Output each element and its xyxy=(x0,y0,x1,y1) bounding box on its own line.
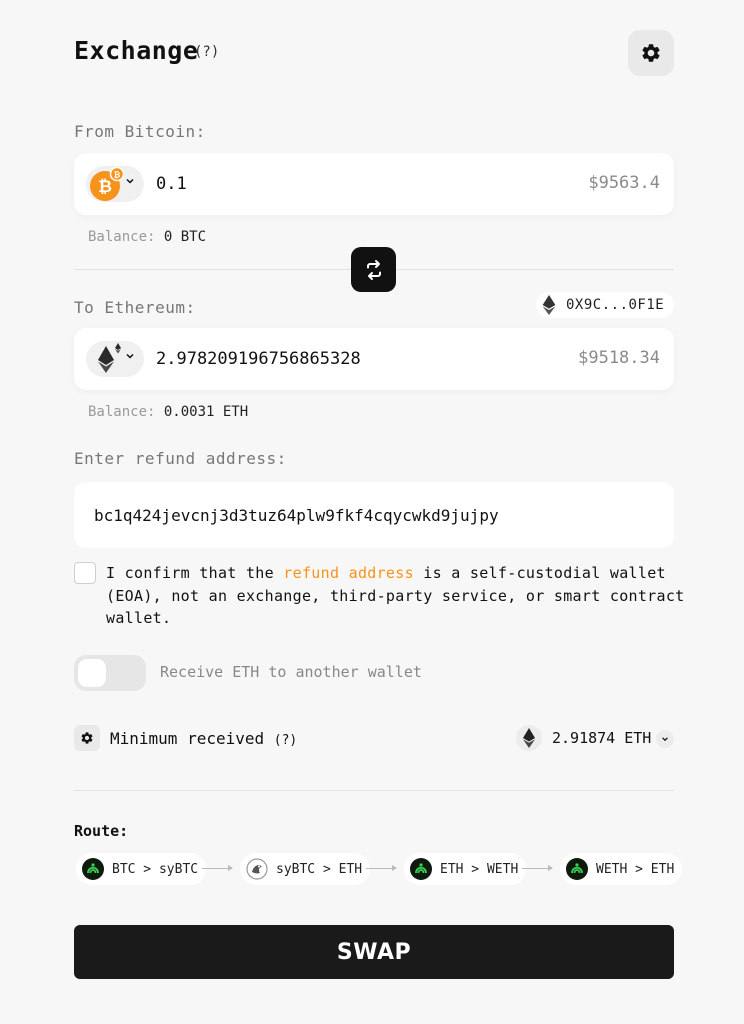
route-step-label: syBTC > ETH xyxy=(276,861,363,877)
minimum-received-text: Minimum received xyxy=(110,729,265,748)
to-card: $9518.34 xyxy=(74,328,674,390)
to-balance-value: 0.0031 ETH xyxy=(163,404,249,420)
gear-icon xyxy=(642,44,660,62)
from-balance-value: 0 BTC xyxy=(163,229,207,245)
destination-address: 0X9C...0F1E xyxy=(566,297,665,313)
chevron-down-icon xyxy=(126,353,134,359)
refund-label: Enter refund address: xyxy=(74,449,287,468)
swap-button[interactable]: SWAP xyxy=(74,925,674,979)
svg-text:₿: ₿ xyxy=(98,177,112,197)
to-token-select[interactable] xyxy=(86,341,144,377)
route-step: BTC > syBTC xyxy=(76,853,207,885)
slippage-settings-button[interactable] xyxy=(74,725,100,751)
dex-logo-icon xyxy=(246,858,268,880)
toggle-label: Receive ETH to another wallet xyxy=(160,663,422,681)
to-usd-value: $9518.34 xyxy=(578,348,660,368)
route-arrow xyxy=(366,865,397,871)
route-step-label: WETH > ETH xyxy=(596,861,675,877)
receive-another-wallet-toggle[interactable] xyxy=(74,655,146,691)
confirm-checkbox[interactable] xyxy=(74,562,96,584)
from-label: From Bitcoin: xyxy=(74,122,206,141)
confirm-text: I confirm that the refund address is a s… xyxy=(106,562,686,630)
minimum-expand-button[interactable] xyxy=(656,730,674,748)
swap-arrows-icon xyxy=(366,259,381,280)
help-icon[interactable]: (?) xyxy=(194,44,219,60)
bridge-logo-icon xyxy=(410,858,432,880)
chevron-down-icon xyxy=(126,178,134,184)
refund-address-input[interactable] xyxy=(94,500,654,530)
swap-direction-button[interactable] xyxy=(351,247,396,292)
from-amount-input[interactable] xyxy=(156,169,536,199)
page-title: Exchange xyxy=(74,36,199,65)
route-step: ETH > WETH xyxy=(404,853,527,885)
bridge-logo-icon xyxy=(566,858,588,880)
route-label: Route: xyxy=(74,822,129,840)
chevron-down-icon xyxy=(662,737,668,742)
refund-card xyxy=(74,482,674,548)
toggle-knob xyxy=(78,659,106,687)
refund-address-link[interactable]: refund address xyxy=(283,564,414,582)
gear-icon xyxy=(81,732,93,744)
to-balance: Balance: 0.0031 ETH xyxy=(88,404,248,420)
route-step: syBTC > ETH xyxy=(240,853,371,885)
svg-text:₿: ₿ xyxy=(114,171,121,180)
to-amount-input[interactable] xyxy=(156,344,536,374)
from-usd-value: $9563.4 xyxy=(588,173,660,193)
route-arrow xyxy=(202,865,233,871)
bitcoin-icon: ₿ ₿ xyxy=(90,167,124,201)
divider xyxy=(74,790,674,791)
route-arrow xyxy=(522,865,553,871)
minimum-received-label: Minimum received (?) xyxy=(110,729,297,748)
bridge-logo-icon xyxy=(82,858,104,880)
ethereum-icon xyxy=(98,343,121,373)
ethereum-icon xyxy=(516,725,542,751)
confirm-text-pre: I confirm that the xyxy=(106,564,284,582)
from-token-select[interactable]: ₿ ₿ xyxy=(86,166,144,202)
to-balance-label: Balance: xyxy=(88,404,156,420)
route-step-label: ETH > WETH xyxy=(440,861,519,877)
from-balance: Balance: 0 BTC xyxy=(88,229,206,245)
route-step-label: BTC > syBTC xyxy=(112,861,199,877)
minimum-received-value: 2.91874 ETH xyxy=(552,729,652,747)
settings-button[interactable] xyxy=(628,30,674,76)
to-label: To Ethereum: xyxy=(74,298,196,317)
route-step: WETH > ETH xyxy=(560,853,683,885)
from-balance-label: Balance: xyxy=(88,229,156,245)
ethereum-icon xyxy=(542,295,556,315)
minimum-help-icon[interactable]: (?) xyxy=(274,733,297,748)
from-card: ₿ ₿ $9563.4 xyxy=(74,153,674,215)
destination-address-chip[interactable]: 0X9C...0F1E xyxy=(536,292,674,318)
